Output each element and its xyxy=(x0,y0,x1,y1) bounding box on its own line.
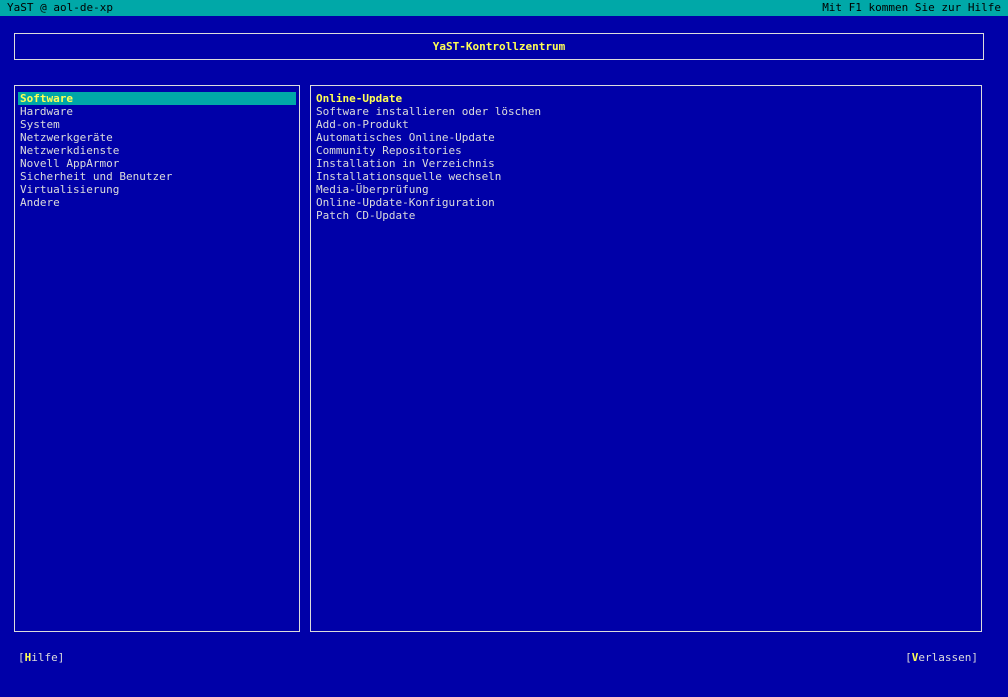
help-button[interactable]: [Hilfe] xyxy=(18,651,64,664)
category-item[interactable]: Netzwerkgeräte xyxy=(18,131,296,144)
module-item[interactable]: Online-Update xyxy=(314,92,978,105)
categories-panel: Software Hardware System Netzwerkgeräte Netz… xyxy=(14,85,300,632)
help-button-open-bracket: [ xyxy=(18,651,25,664)
categories-list: Software Hardware System Netzwerkgeräte Netz… xyxy=(18,92,296,209)
module-item[interactable]: Installation in Verzeichnis xyxy=(314,157,978,170)
topbar-help-hint: Mit F1 kommen Sie zur Hilfe xyxy=(822,1,1001,14)
category-item[interactable]: System xyxy=(18,118,296,131)
category-item[interactable]: Novell AppArmor xyxy=(18,157,296,170)
category-item[interactable]: Virtualisierung xyxy=(18,183,296,196)
module-item[interactable]: Community Repositories xyxy=(314,144,978,157)
category-item[interactable]: Andere xyxy=(18,196,296,209)
module-item[interactable]: Online-Update-Konfiguration xyxy=(314,196,978,209)
page-title: YaST-Kontrollzentrum xyxy=(432,40,566,53)
quit-button-label: erlassen] xyxy=(918,651,978,664)
category-item[interactable]: Netzwerkdienste xyxy=(18,144,296,157)
modules-list: Online-Update Software installieren oder … xyxy=(314,92,978,222)
quit-button-open-bracket: [ xyxy=(905,651,912,664)
footer: [Hilfe] [Verlassen] xyxy=(18,651,978,664)
category-item[interactable]: Hardware xyxy=(18,105,296,118)
module-item[interactable]: Add-on-Produkt xyxy=(314,118,978,131)
quit-button[interactable]: [Verlassen] xyxy=(905,651,978,664)
topbar-host-label: YaST @ aol-de-xp xyxy=(7,1,113,14)
module-item[interactable]: Installationsquelle wechseln xyxy=(314,170,978,183)
terminal-title-bar: YaST @ aol-de-xp Mit F1 kommen Sie zur H… xyxy=(0,0,1008,16)
module-item[interactable]: Automatisches Online-Update xyxy=(314,131,978,144)
module-item[interactable]: Media-Überprüfung xyxy=(314,183,978,196)
modules-panel: Online-Update Software installieren oder … xyxy=(310,85,982,632)
module-item[interactable]: Patch CD-Update xyxy=(314,209,978,222)
category-item[interactable]: Sicherheit und Benutzer xyxy=(18,170,296,183)
category-item[interactable]: Software xyxy=(18,92,296,105)
module-item[interactable]: Software installieren oder löschen xyxy=(314,105,978,118)
dialog-title-box: YaST-Kontrollzentrum xyxy=(14,33,984,60)
help-button-label: ilfe] xyxy=(31,651,65,664)
